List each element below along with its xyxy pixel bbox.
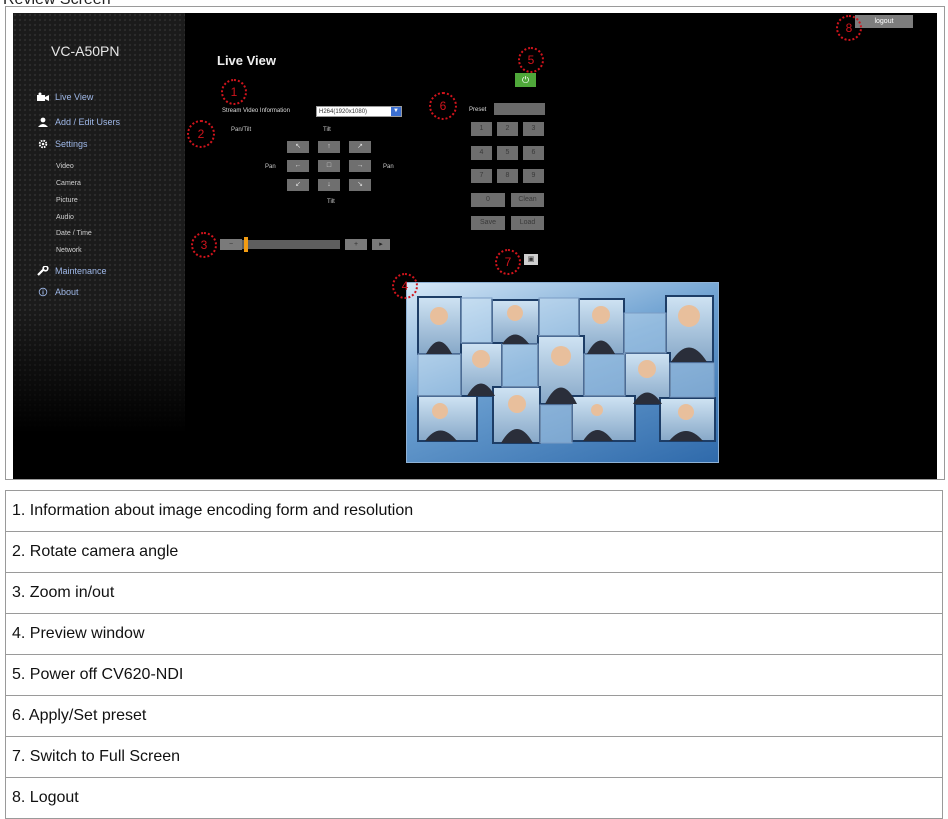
legend-row: 6. Apply/Set preset bbox=[5, 695, 943, 737]
legend-row: 2. Rotate camera angle bbox=[5, 531, 943, 573]
legend-item: 2. Rotate camera angle bbox=[5, 531, 943, 573]
legend-table: 1. Information about image encoding form… bbox=[5, 490, 943, 819]
legend-item: 3. Zoom in/out bbox=[5, 572, 943, 614]
chevron-down-icon: ▼ bbox=[391, 107, 401, 116]
manual-page: Review Screen VC-A50PN Live View Add / E… bbox=[0, 0, 948, 819]
settings-sub-camera[interactable]: Camera bbox=[56, 180, 81, 187]
ptz-home-button[interactable]: □ bbox=[318, 160, 340, 172]
sidebar-item-label: Settings bbox=[55, 139, 88, 149]
preview-window[interactable] bbox=[406, 282, 719, 463]
wrench-icon bbox=[37, 266, 49, 276]
legend-item: 7. Switch to Full Screen bbox=[5, 736, 943, 778]
legend-row: 7. Switch to Full Screen bbox=[5, 736, 943, 778]
callout-marker-3: 3 bbox=[191, 232, 217, 258]
callout-marker-8: 8 bbox=[836, 15, 862, 41]
legend-item: 1. Information about image encoding form… bbox=[5, 490, 943, 532]
preset-label: Preset bbox=[469, 107, 487, 113]
ptz-up-right-button[interactable]: ↗ bbox=[349, 141, 371, 153]
legend-item: 4. Preview window bbox=[5, 613, 943, 655]
preset-key-3[interactable]: 3 bbox=[523, 122, 544, 136]
sidebar-item-label: Maintenance bbox=[55, 266, 107, 276]
preset-clean-button[interactable]: Clean bbox=[511, 193, 544, 207]
fullscreen-icon: ▣ bbox=[527, 256, 535, 263]
legend-row: 5. Power off CV620-NDI bbox=[5, 654, 943, 696]
preview-image bbox=[417, 295, 716, 444]
callout-marker-5: 5 bbox=[518, 47, 544, 73]
ptz-right-button[interactable]: → bbox=[349, 160, 371, 172]
page-title: Live View bbox=[217, 53, 277, 68]
callout-marker-6: 6 bbox=[429, 92, 457, 120]
preset-key-9[interactable]: 9 bbox=[523, 169, 544, 183]
sidebar-item-settings[interactable]: Settings bbox=[37, 139, 88, 149]
preset-load-button[interactable]: Load bbox=[511, 216, 544, 230]
preset-key-7[interactable]: 7 bbox=[471, 169, 492, 183]
power-icon: ⏻ bbox=[521, 75, 530, 85]
fullscreen-button[interactable]: ▣ bbox=[524, 254, 538, 265]
settings-sub-video[interactable]: Video bbox=[56, 163, 74, 170]
model-name: VC-A50PN bbox=[51, 43, 120, 59]
info-icon bbox=[38, 287, 48, 297]
preset-key-8[interactable]: 8 bbox=[497, 169, 518, 183]
zoom-out-button[interactable]: − bbox=[220, 239, 242, 250]
zoom-slider-handle[interactable] bbox=[244, 237, 248, 252]
sidebar-item-about[interactable]: About bbox=[37, 287, 79, 297]
stream-info-label: Stream Video Information bbox=[222, 108, 290, 114]
sidebar-item-maintenance[interactable]: Maintenance bbox=[37, 266, 107, 276]
ptz-left-button[interactable]: ← bbox=[287, 160, 309, 172]
preset-key-4[interactable]: 4 bbox=[471, 146, 492, 160]
logout-button[interactable]: logout bbox=[855, 15, 913, 28]
zoom-slider-track[interactable] bbox=[242, 240, 340, 249]
legend-row: 4. Preview window bbox=[5, 613, 943, 655]
preset-key-0[interactable]: 0 bbox=[471, 193, 505, 207]
preset-key-5[interactable]: 5 bbox=[497, 146, 518, 160]
preset-key-1[interactable]: 1 bbox=[471, 122, 492, 136]
stream-info-select[interactable]: H264(1920x1080) ▼ bbox=[316, 106, 402, 117]
pan-label-right: Pan bbox=[383, 164, 394, 170]
ptz-down-right-button[interactable]: ↘ bbox=[349, 179, 371, 191]
sidebar-item-live-view[interactable]: Live View bbox=[37, 92, 93, 102]
web-ui-screen: VC-A50PN Live View Add / Edit Users Sett… bbox=[13, 13, 937, 479]
preset-save-button[interactable]: Save bbox=[471, 216, 505, 230]
zoom-in-button[interactable]: + bbox=[345, 239, 367, 250]
zoom-extra-button[interactable]: ▸ bbox=[372, 239, 390, 250]
legend-row: 8. Logout bbox=[5, 777, 943, 819]
user-icon bbox=[38, 117, 48, 127]
preset-key-2[interactable]: 2 bbox=[497, 122, 518, 136]
tilt-label-bottom: Tilt bbox=[327, 199, 335, 205]
sidebar-item-label: About bbox=[55, 287, 79, 297]
power-button[interactable]: ⏻ bbox=[515, 73, 536, 87]
settings-sub-picture[interactable]: Picture bbox=[56, 197, 78, 204]
callout-marker-4: 4 bbox=[392, 273, 418, 299]
legend-item: 5. Power off CV620-NDI bbox=[5, 654, 943, 696]
ptz-up-left-button[interactable]: ↖ bbox=[287, 141, 309, 153]
preset-input[interactable] bbox=[494, 103, 545, 115]
legend-item: 8. Logout bbox=[5, 777, 943, 819]
legend-row: 1. Information about image encoding form… bbox=[5, 490, 943, 532]
sidebar-item-add-edit-users[interactable]: Add / Edit Users bbox=[37, 117, 120, 127]
settings-sub-network[interactable]: Network bbox=[56, 247, 82, 254]
legend-item: 6. Apply/Set preset bbox=[5, 695, 943, 737]
ptz-down-button[interactable]: ↓ bbox=[318, 179, 340, 191]
settings-sub-audio[interactable]: Audio bbox=[56, 214, 74, 221]
tilt-label-top: Tilt bbox=[323, 127, 331, 133]
camera-icon bbox=[37, 92, 49, 101]
gear-icon bbox=[38, 139, 48, 149]
sidebar-item-label: Add / Edit Users bbox=[55, 117, 121, 127]
callout-marker-7: 7 bbox=[495, 249, 521, 275]
ptz-up-button[interactable]: ↑ bbox=[318, 141, 340, 153]
settings-sub-date-time[interactable]: Date / Time bbox=[56, 230, 92, 237]
callout-marker-1: 1 bbox=[221, 79, 247, 105]
preset-key-6[interactable]: 6 bbox=[523, 146, 544, 160]
stream-info-value: H264(1920x1080) bbox=[319, 109, 368, 115]
pan-tilt-label: Pan/Tilt bbox=[231, 127, 252, 133]
ptz-down-left-button[interactable]: ↙ bbox=[287, 179, 309, 191]
pan-label-left: Pan bbox=[265, 164, 276, 170]
sidebar-item-label: Live View bbox=[55, 92, 94, 102]
callout-marker-2: 2 bbox=[187, 120, 215, 148]
legend-row: 3. Zoom in/out bbox=[5, 572, 943, 614]
sidebar bbox=[13, 13, 185, 433]
